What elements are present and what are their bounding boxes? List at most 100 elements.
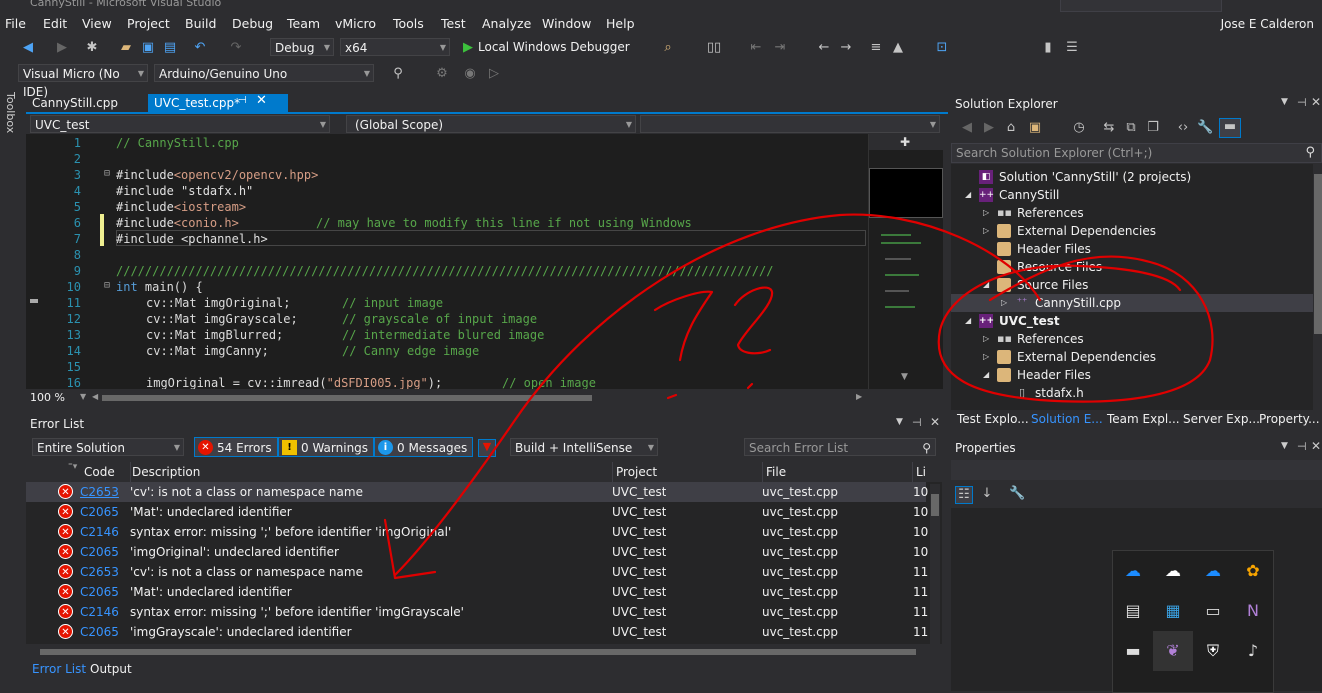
menu-test[interactable]: Test [441, 16, 466, 31]
menu-file[interactable]: File [5, 16, 26, 31]
menu-build[interactable]: Build [185, 16, 216, 31]
onenote-icon[interactable]: N [1233, 591, 1273, 631]
menu-debug[interactable]: Debug [232, 16, 273, 31]
global-scope-select[interactable]: (Global Scope) ▼ [346, 115, 636, 133]
menu-view[interactable]: View [82, 16, 112, 31]
window-menu-icon[interactable]: ▼ [896, 417, 903, 427]
back-icon[interactable]: ◀ [20, 40, 36, 56]
expanded-arrow-icon[interactable]: ◢ [965, 186, 977, 204]
onedrive-icon[interactable]: ☁ [1113, 551, 1153, 591]
expanded-arrow-icon[interactable]: ◢ [983, 366, 995, 384]
feather-app-icon[interactable]: ❦ [1153, 631, 1193, 671]
error-code-link[interactable]: C2065 [80, 582, 119, 602]
error-code-link[interactable]: C2065 [80, 542, 119, 562]
sync-icon[interactable]: ⇆ [1101, 120, 1117, 136]
column-header-project[interactable]: Project [614, 462, 763, 482]
tab-output[interactable]: Output [90, 662, 132, 676]
menu-help[interactable]: Help [606, 16, 635, 31]
start-debug-icon[interactable]: ▶ [460, 40, 476, 56]
table-row[interactable]: ✕ C2146 syntax error: missing ';' before… [26, 522, 928, 542]
menu-tools[interactable]: Tools [393, 16, 424, 31]
save-all-icon[interactable]: ▤ [162, 40, 178, 56]
layout-icon[interactable]: ▯▯ [706, 40, 722, 56]
tab-uvc-test-cpp[interactable]: UVC_test.cpp* [148, 94, 289, 112]
error-search-input[interactable]: Search Error List ⚲ [744, 438, 936, 456]
usb-device-icon[interactable]: ▤ [1113, 591, 1153, 631]
gear-icon[interactable]: ⚙ [434, 66, 450, 82]
table-row[interactable]: ✕ C2065 'imgOriginal': undeclared identi… [26, 542, 928, 562]
column-header-line[interactable]: Li [914, 462, 930, 482]
pin-icon[interactable]: ⊣ [1297, 96, 1307, 109]
debug-icon[interactable]: ◉ [462, 66, 478, 82]
error-list-horizontal-scrollbar[interactable] [26, 646, 942, 658]
defender-shield-icon[interactable]: ⛨ [1193, 631, 1233, 671]
tab-solution-explorer[interactable]: Solution E... [1031, 412, 1103, 426]
toolbox-strip[interactable] [0, 86, 22, 691]
tab-cannystill-cpp[interactable]: CannyStill.cpp [26, 94, 124, 112]
categorized-icon[interactable]: ☷ [955, 486, 973, 504]
tab-property-manager[interactable]: Property... [1259, 412, 1320, 426]
properties-wrench-icon[interactable]: 🔧 [1197, 120, 1213, 136]
warnings-filter-button[interactable]: ! 0 Warnings [278, 437, 375, 457]
onedrive-personal-icon[interactable]: ☁ [1153, 551, 1193, 591]
error-code-link[interactable]: C2653 [80, 482, 119, 502]
error-list-vertical-scrollbar[interactable] [930, 484, 940, 644]
scrollbar-thumb[interactable] [40, 649, 916, 655]
tab-team-explorer[interactable]: Team Expl... [1107, 412, 1180, 426]
table-row[interactable]: ✕ C2653 'cv': is not a class or namespac… [26, 482, 928, 502]
scrollbar-thumb[interactable] [931, 494, 939, 516]
expanded-arrow-icon[interactable]: ◢ [983, 276, 995, 294]
play-icon[interactable]: ▷ [486, 66, 502, 82]
find-in-files-icon[interactable]: ⌕ [660, 40, 676, 56]
tab-error-list[interactable]: Error List [32, 662, 86, 676]
board-select[interactable]: Arduino/Genuino Uno ▼ [154, 64, 374, 82]
onedrive-business-icon[interactable]: ☁ [1193, 551, 1233, 591]
comment-icon[interactable]: ≡ [868, 40, 884, 56]
column-header-file[interactable]: File [764, 462, 913, 482]
collapsed-arrow-icon[interactable]: ▷ [983, 330, 995, 348]
properties-object-select[interactable] [951, 460, 1322, 480]
preview-icon[interactable]: ▬ [1219, 118, 1241, 138]
collapsed-arrow-icon[interactable]: ▷ [1001, 294, 1013, 312]
close-icon[interactable]: ✕ [1311, 439, 1321, 453]
expanded-arrow-icon[interactable]: ◢ [965, 312, 977, 330]
error-code-link[interactable]: C2146 [80, 522, 119, 542]
nav-back-icon[interactable]: ← [816, 40, 832, 56]
zoom-level[interactable]: 100 % [30, 391, 65, 404]
menu-team[interactable]: Team [287, 16, 320, 31]
table-row[interactable]: ✕ C2065 'imgGrayscale': undeclared ident… [26, 622, 928, 642]
chevron-down-icon[interactable]: ▼ [80, 392, 86, 401]
project-scope-select[interactable]: UVC_test ▼ [30, 115, 330, 133]
collapsed-arrow-icon[interactable]: ▷ [983, 222, 995, 240]
scrollbar-thumb[interactable] [1314, 174, 1322, 334]
solution-tree-scrollbar[interactable] [1313, 164, 1322, 410]
forward-icon[interactable]: ▶ [54, 40, 70, 56]
property-pages-icon[interactable]: 🔧 [1009, 486, 1025, 502]
scroll-left-icon[interactable]: ◀ [92, 392, 98, 401]
split-icon[interactable]: ✚ [900, 135, 910, 149]
menu-analyze[interactable]: Analyze [482, 16, 531, 31]
scroll-down-icon[interactable]: ▼ [901, 372, 908, 382]
bookmark-next-icon[interactable]: ⇥ [772, 40, 788, 56]
collapsed-arrow-icon[interactable]: ▷ [983, 348, 995, 366]
collapse-all-icon[interactable]: ⧉ [1123, 120, 1139, 136]
user-name[interactable]: Jose E Calderon [1221, 17, 1314, 31]
alphabetical-icon[interactable]: ↓ [979, 486, 995, 502]
drive-icon[interactable]: ▭ [1193, 591, 1233, 631]
horizontal-scrollbar-thumb[interactable] [102, 395, 592, 401]
table-row[interactable]: ✕ C2146 syntax error: missing ';' before… [26, 602, 928, 622]
tab-server-explorer[interactable]: Server Exp... [1183, 412, 1260, 426]
errors-filter-button[interactable]: ✕ 54 Errors [194, 437, 278, 457]
scope-select[interactable]: Entire Solution ▼ [32, 438, 184, 456]
build-source-select[interactable]: Build + IntelliSense ▼ [510, 438, 658, 456]
board-ide-select[interactable]: Visual Micro (No IDE) ▼ [18, 64, 148, 99]
quick-launch-input[interactable] [1060, 0, 1222, 12]
error-code-link[interactable]: C2065 [80, 622, 119, 642]
open-file-icon[interactable]: ▰ [118, 40, 134, 56]
table-row[interactable]: ✕ C2065 'Mat': undeclared identifier UVC… [26, 502, 928, 522]
lock-icon[interactable]: ▲ [890, 40, 906, 56]
close-icon[interactable]: ✕ [1311, 95, 1321, 109]
collapsed-arrow-icon[interactable]: ▷ [983, 204, 995, 222]
view-code-icon[interactable]: ‹› [1175, 120, 1191, 136]
close-icon[interactable]: ✕ [930, 415, 940, 429]
